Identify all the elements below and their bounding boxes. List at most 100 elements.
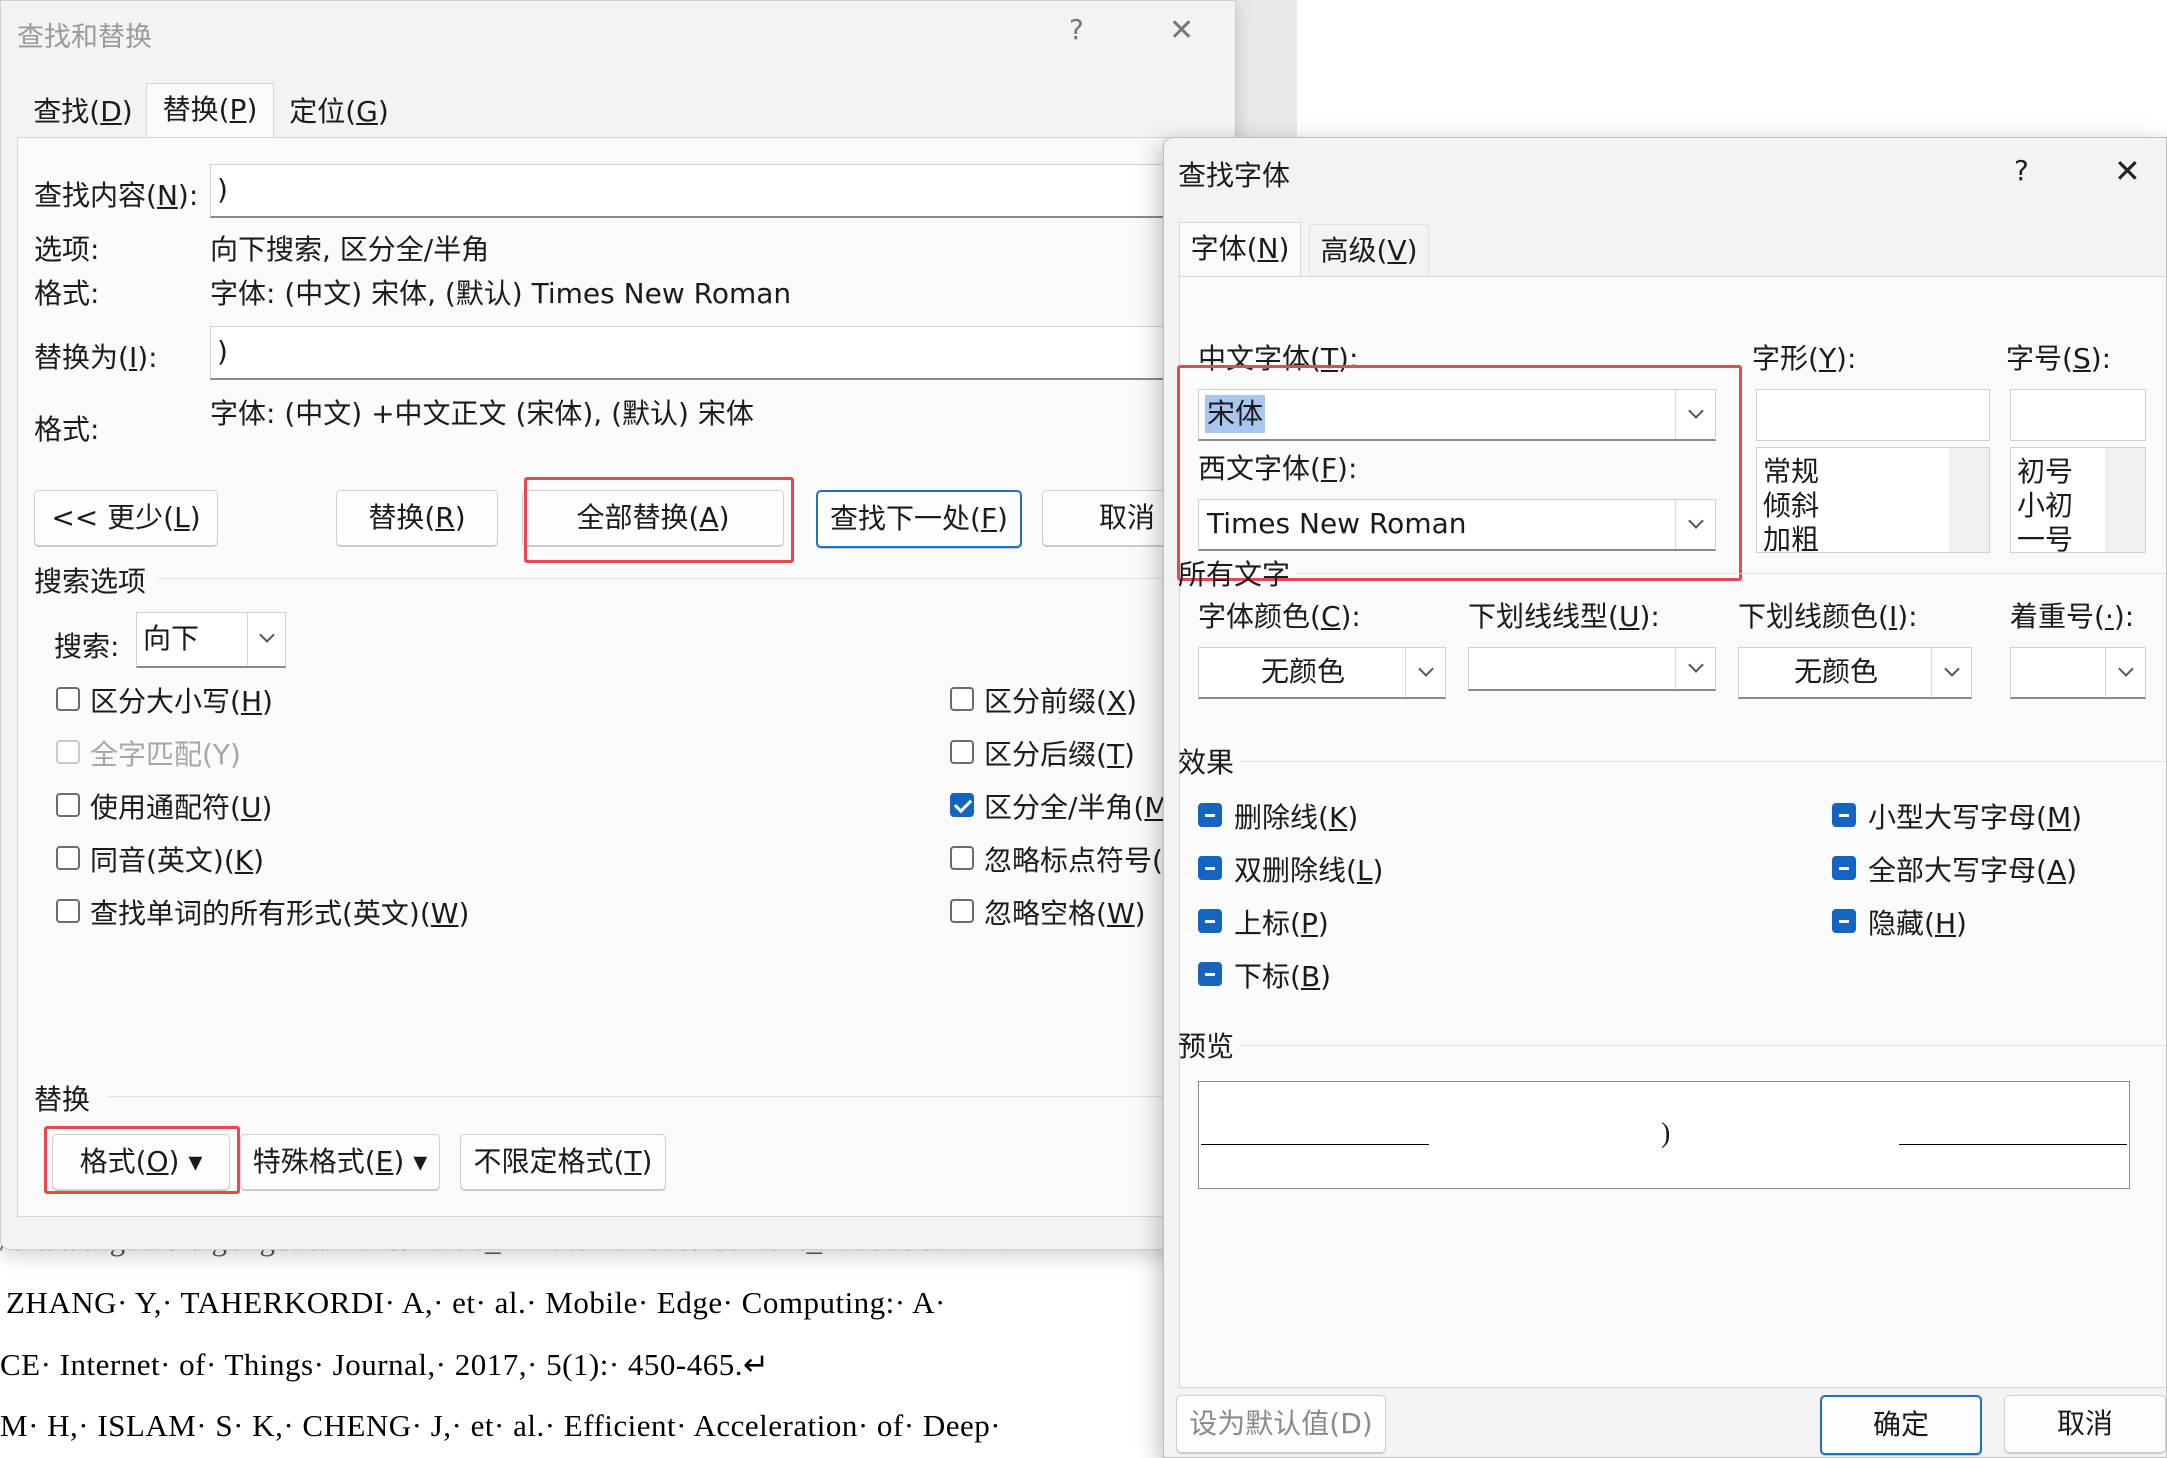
- divider: [1296, 573, 2166, 574]
- font-style-input[interactable]: [1756, 389, 1990, 441]
- font-size-label: 字号(S):: [2006, 342, 2112, 375]
- no-formatting-button[interactable]: 不限定格式(T): [460, 1134, 666, 1190]
- font-color-label: 字体颜色(C):: [1198, 600, 1361, 633]
- chinese-font-select[interactable]: 宋体: [1198, 389, 1716, 441]
- superscript-label: 上标(P): [1234, 907, 1329, 940]
- preview-baseline: [1899, 1144, 2127, 1145]
- replace-with-input[interactable]: ): [210, 326, 1235, 380]
- ignore-space-checkbox[interactable]: [950, 899, 974, 923]
- format-button[interactable]: 格式(O) ▾: [52, 1134, 230, 1190]
- find-font-dialog: 查找字体 ? ✕ 字体(N) 高级(V) 中文字体(T): 宋体 西文字体(F)…: [1163, 137, 2167, 1458]
- find-replace-dialog: 查找和替换 ? ✕ 查找(D) 替换(P) 定位(G) 查找内容(N): ) 选…: [0, 0, 1236, 1250]
- font-style-list[interactable]: 常规 倾斜 加粗: [1756, 447, 1990, 556]
- preview-text: ): [1661, 1118, 1671, 1149]
- divider: [1240, 1045, 2166, 1046]
- wildcards-label: 使用通配符(U): [90, 791, 273, 824]
- font-size-input[interactable]: [2010, 389, 2146, 441]
- underline-style-label: 下划线线型(U):: [1468, 600, 1660, 633]
- replace-all-button[interactable]: 全部替换(A): [522, 490, 784, 546]
- search-direction-select[interactable]: 向下: [136, 612, 286, 668]
- ignore-punctuation-label: 忽略标点符号(S: [984, 844, 1181, 877]
- hidden-checkbox[interactable]: [1832, 909, 1856, 933]
- font-color-select[interactable]: 无颜色: [1198, 647, 1446, 699]
- underline-color-value: 无颜色: [1793, 655, 1878, 688]
- options-label: 选项:: [34, 233, 100, 266]
- search-label: 搜索:: [54, 630, 120, 663]
- replace-section-label: 替换: [34, 1083, 91, 1116]
- strikethrough-label: 删除线(K): [1234, 801, 1359, 834]
- divider: [1240, 761, 2166, 762]
- chevron-down-icon: [1931, 648, 1971, 697]
- match-prefix-checkbox[interactable]: [950, 687, 974, 711]
- font-size-list[interactable]: 初号 小初 一号: [2010, 447, 2146, 556]
- sounds-like-checkbox[interactable]: [56, 846, 80, 870]
- underline-color-select[interactable]: 无颜色: [1738, 647, 1972, 699]
- cancel-button[interactable]: 取消: [2004, 1395, 2166, 1453]
- all-word-forms-label: 查找单词的所有形式(英文)(W): [90, 897, 470, 930]
- format2-label: 格式:: [34, 413, 100, 446]
- ignore-space-label: 忽略空格(W): [984, 897, 1146, 930]
- tab-font[interactable]: 字体(N): [1179, 222, 1301, 277]
- small-caps-checkbox[interactable]: [1832, 803, 1856, 827]
- chevron-down-icon: [1675, 500, 1715, 549]
- strikethrough-checkbox[interactable]: [1198, 803, 1222, 827]
- help-button[interactable]: ?: [2014, 154, 2029, 187]
- find-next-button[interactable]: 查找下一处(F): [816, 490, 1022, 548]
- match-width-label: 区分全/半角(M: [984, 791, 1169, 824]
- subscript-checkbox[interactable]: [1198, 962, 1222, 986]
- scrollbar[interactable]: [2105, 448, 2145, 552]
- find-what-label: 查找内容(N):: [34, 179, 199, 212]
- effects-label: 效果: [1178, 746, 1235, 779]
- close-button[interactable]: ✕: [1169, 13, 1194, 48]
- emphasis-mark-select[interactable]: [2010, 647, 2146, 699]
- all-text-label: 所有文字: [1178, 558, 1291, 591]
- whole-word-label: 全字匹配(Y): [90, 738, 241, 771]
- tab-goto[interactable]: 定位(G): [277, 86, 401, 138]
- list-item[interactable]: 加粗: [1763, 518, 1819, 558]
- match-suffix-checkbox[interactable]: [950, 740, 974, 764]
- sounds-like-label: 同音(英文)(K): [90, 844, 265, 877]
- scrollbar[interactable]: [1949, 448, 1989, 552]
- tab-advanced[interactable]: 高级(V): [1309, 224, 1429, 276]
- help-button[interactable]: ?: [1069, 13, 1084, 46]
- underline-style-select[interactable]: [1468, 647, 1716, 691]
- superscript-checkbox[interactable]: [1198, 909, 1222, 933]
- emphasis-mark-label: 着重号(·):: [2010, 600, 2135, 633]
- divider: [158, 578, 1235, 579]
- divider: [108, 1096, 1235, 1097]
- dialog-title: 查找字体: [1178, 159, 1291, 192]
- match-suffix-label: 区分后缀(T): [984, 738, 1135, 771]
- set-default-button[interactable]: 设为默认值(D): [1176, 1395, 1386, 1453]
- all-word-forms-checkbox[interactable]: [56, 899, 80, 923]
- document-scroll-area: [1235, 0, 1297, 140]
- search-direction-value: 向下: [143, 622, 200, 655]
- match-width-checkbox[interactable]: [950, 793, 974, 817]
- preview-box: ): [1198, 1081, 2130, 1189]
- ok-button[interactable]: 确定: [1820, 1395, 1982, 1455]
- western-font-select[interactable]: Times New Roman: [1198, 499, 1716, 551]
- less-button[interactable]: << 更少(L): [34, 490, 218, 546]
- match-case-checkbox[interactable]: [56, 687, 80, 711]
- double-strikethrough-checkbox[interactable]: [1198, 856, 1222, 880]
- chevron-down-icon: [2105, 648, 2145, 697]
- list-item[interactable]: 一号: [2017, 518, 2073, 558]
- special-format-button[interactable]: 特殊格式(E) ▾: [240, 1134, 440, 1190]
- replace-button[interactable]: 替换(R): [336, 490, 498, 546]
- all-caps-label: 全部大写字母(A): [1868, 854, 2078, 887]
- western-font-label: 西文字体(F):: [1198, 452, 1358, 485]
- tab-replace[interactable]: 替换(P): [146, 83, 274, 138]
- replace-panel: 查找内容(N): ) 选项: 向下搜索, 区分全/半角 格式: 字体: (中文)…: [17, 137, 1235, 1217]
- small-caps-label: 小型大写字母(M): [1868, 801, 2083, 834]
- chinese-font-label: 中文字体(T):: [1198, 342, 1359, 375]
- find-format-value: 字体: (中文) 宋体, (默认) Times New Roman: [210, 277, 792, 310]
- preview-baseline: [1201, 1144, 1429, 1145]
- find-what-input[interactable]: ): [210, 164, 1235, 218]
- replace-with-label: 替换为(I):: [34, 341, 158, 374]
- close-button[interactable]: ✕: [2114, 152, 2141, 190]
- whole-word-checkbox[interactable]: [56, 740, 80, 764]
- all-caps-checkbox[interactable]: [1832, 856, 1856, 880]
- wildcards-checkbox[interactable]: [56, 793, 80, 817]
- tab-find[interactable]: 查找(D): [23, 86, 143, 138]
- ignore-punctuation-checkbox[interactable]: [950, 846, 974, 870]
- font-style-label: 字形(Y):: [1752, 342, 1857, 375]
